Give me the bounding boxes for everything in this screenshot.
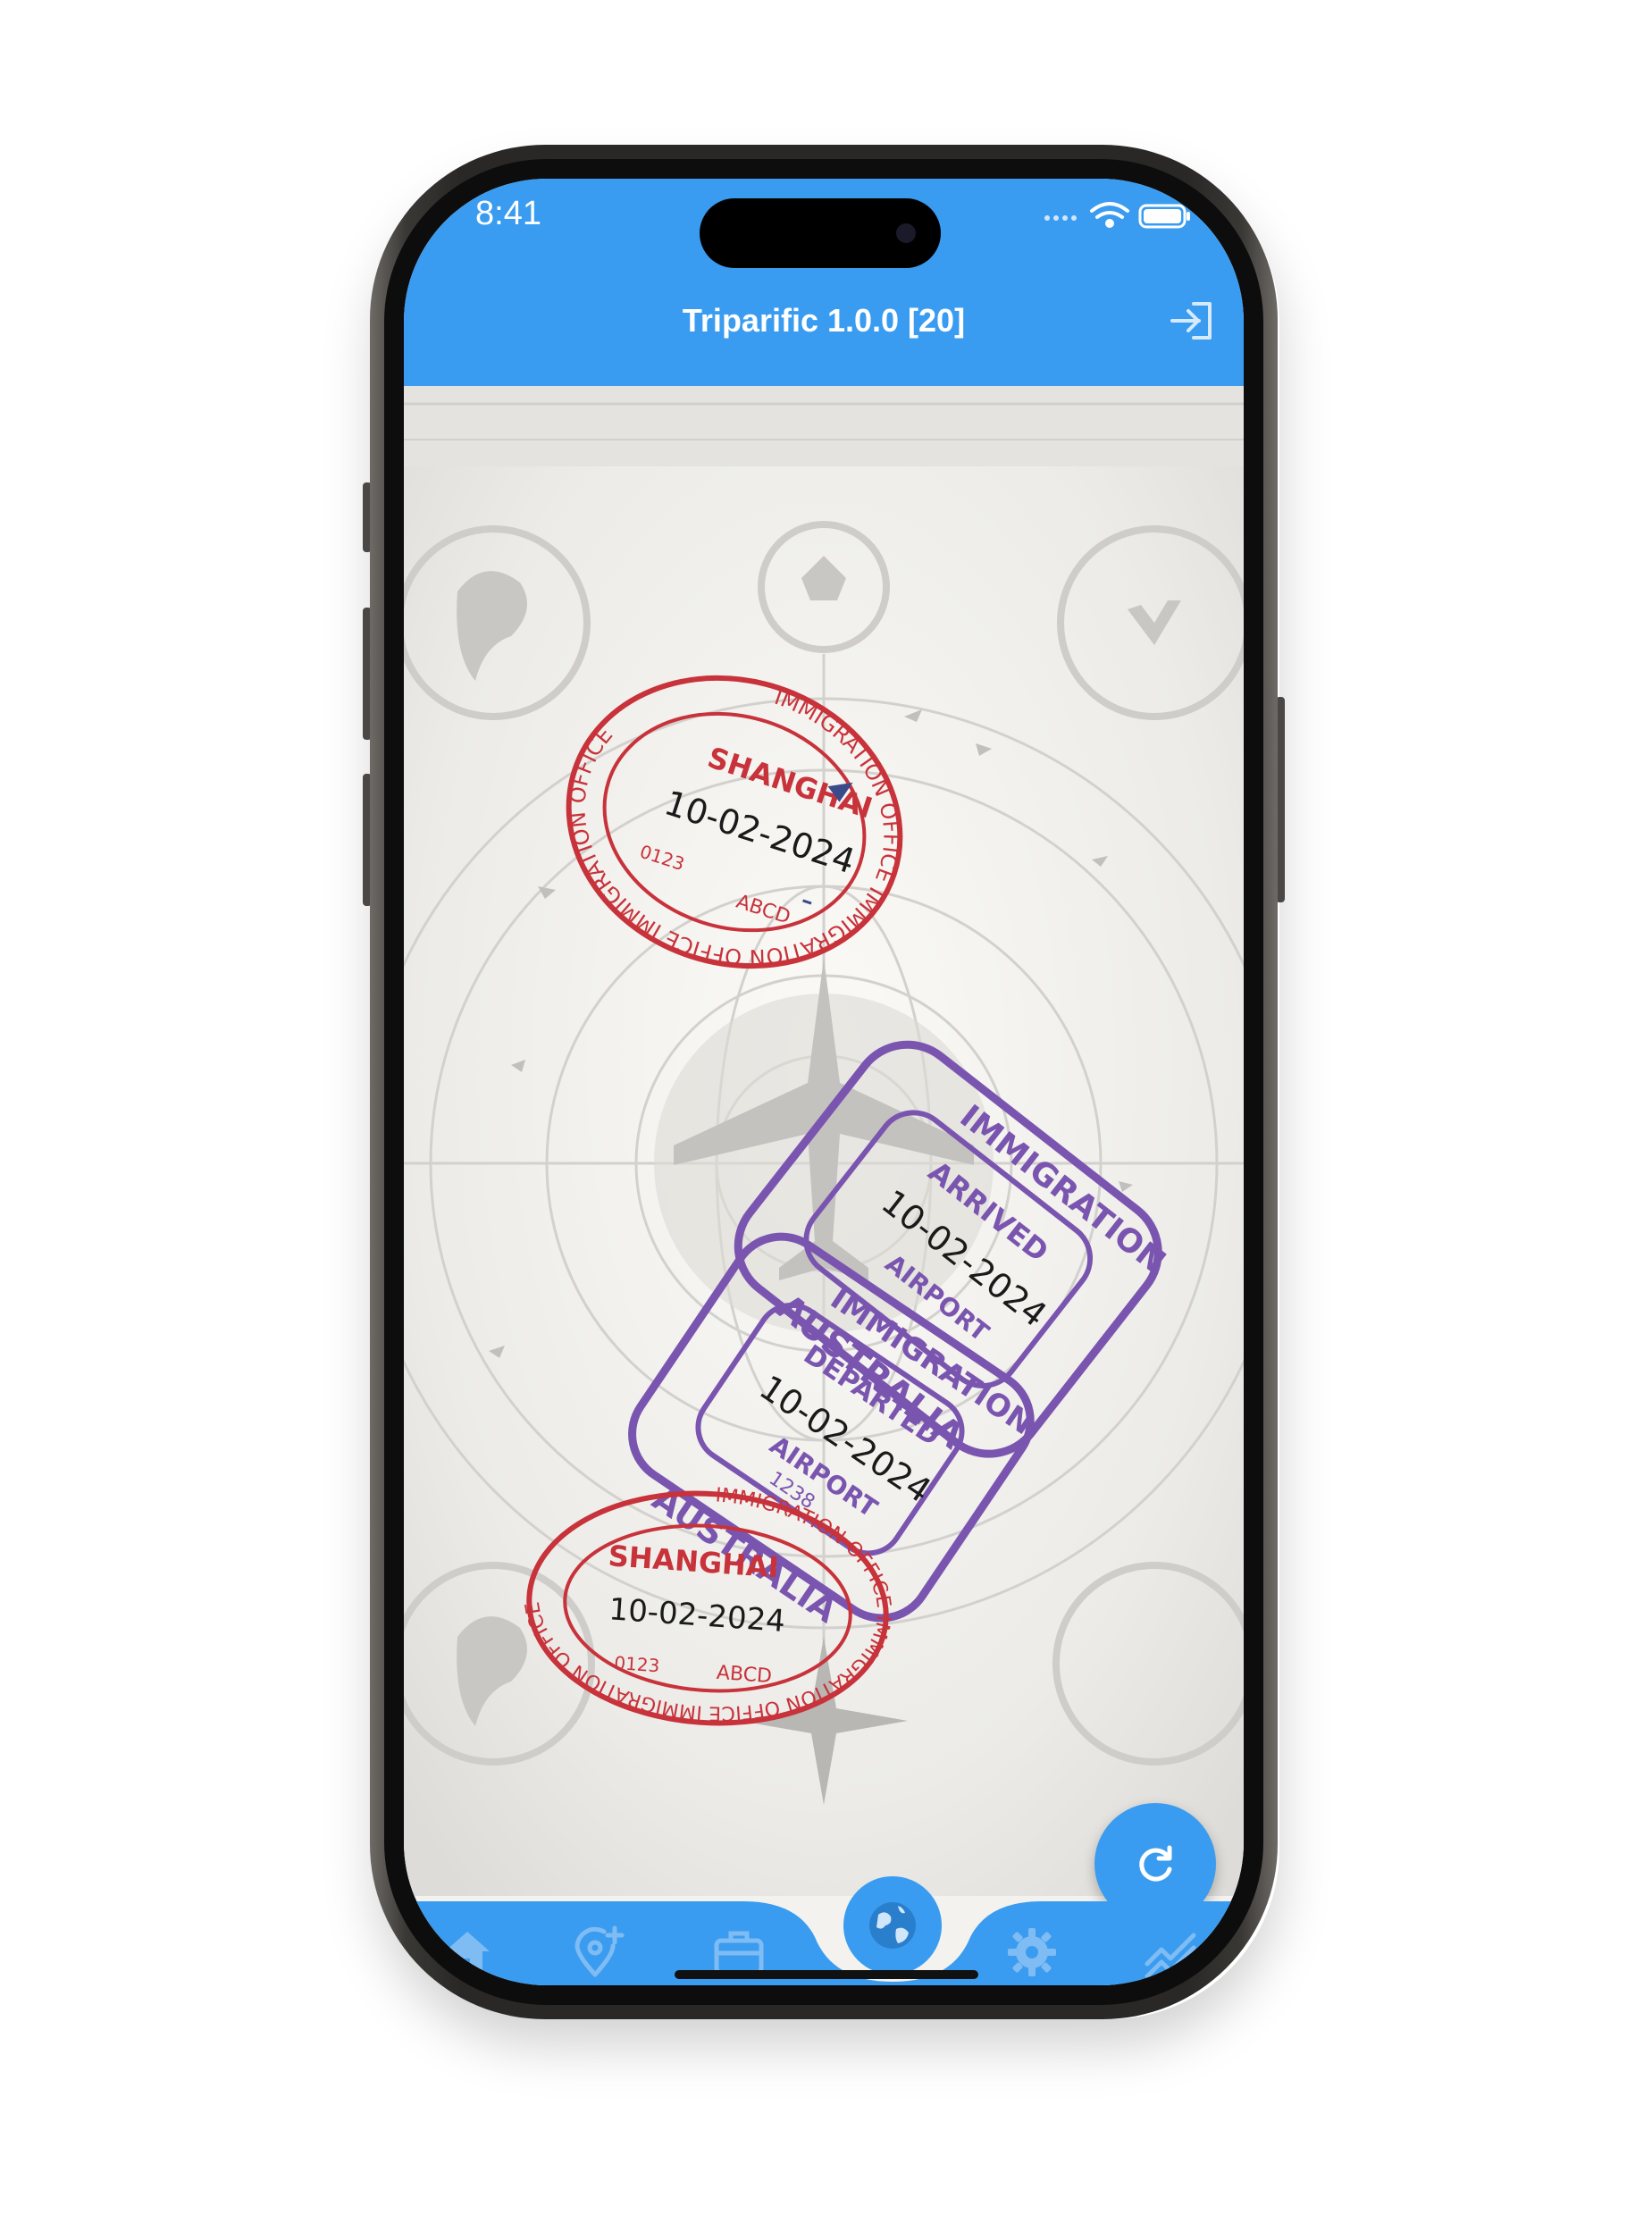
shanghai-top-code: 0123 [637,841,687,876]
nav-settings[interactable] [1004,1925,1060,1980]
shanghai-bottom-letters: ABCD [716,1662,773,1688]
shanghai-bottom-date: 10-02-2024 [608,1591,786,1640]
nav-globe[interactable] [843,1876,942,1975]
app-title: Triparific 1.0.0 [20] [682,302,966,339]
shanghai-bottom-code: 0123 [614,1652,660,1676]
add-location-icon [574,1925,625,1977]
app-bar: 8:41 Triparific 1.0.0 [20] [404,179,1244,386]
stats-icon [1145,1933,1196,1979]
home-icon [445,1932,490,1973]
status-time: 8:41 [475,195,541,232]
nav-add-location[interactable] [572,1925,627,1980]
battery-icon [1138,204,1190,229]
wifi-icon [1090,202,1129,228]
signal-icon [1044,215,1077,221]
shanghai-bottom-city: SHANGHAI [608,1539,780,1584]
status-icons [1015,198,1194,238]
login-button[interactable] [1167,298,1217,343]
dynamic-island [700,198,941,268]
shanghai-stamp-bottom: IMMIGRATION OFFICE IMMIGRATION OFFICE IM… [520,1474,895,1736]
nav-stats[interactable] [1144,1925,1199,1980]
globe-icon [869,1902,916,1949]
camera-icon [896,223,916,243]
shanghai-stamp-top: IMMIGRATION OFFICE IMMIGRATION OFFICE IM… [556,661,913,983]
nav-home[interactable] [440,1925,495,1980]
refresh-icon [1139,1845,1172,1882]
app-screen: IMMIGRATION OFFICE IMMIGRATION OFFICE IM… [404,179,1244,1985]
login-icon [1170,302,1212,340]
home-indicator [675,1970,978,1979]
settings-icon [1008,1928,1056,1976]
shanghai-top-letters: ABCD [734,891,793,929]
